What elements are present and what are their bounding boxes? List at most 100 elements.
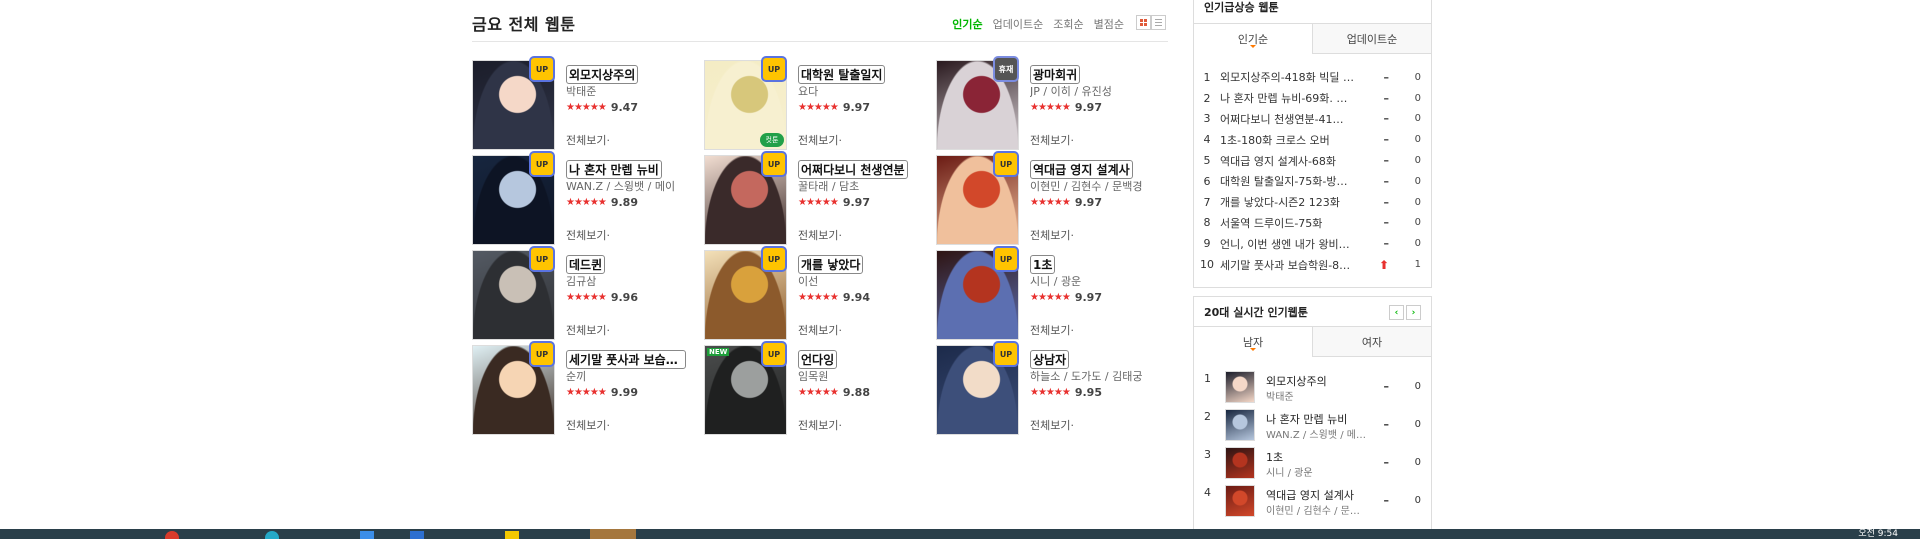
webtoon-card[interactable]: UP 세기말 풋사과 보습학원 순끼 ★★★★★ 9.99 전체보기· [472,341,692,437]
webtoon-title[interactable]: 외모지상주의 [566,65,639,84]
rank-row[interactable]: 8 서울역 드루이드-75화 – 0 [1194,213,1431,234]
webtoon-card[interactable]: UP 개를 낳았다 이선 ★★★★★ 9.94 전체보기· [704,246,924,342]
sort-update[interactable]: 업데이트순 [993,16,1044,32]
rank-title[interactable]: 외모지상주의-418화 빅딜 … [1220,69,1365,85]
view-all-link[interactable]: 전체보기· [566,132,610,148]
rising-webtoons-panel: 인기급상승 웹툰 인기순 업데이트순 1 외모지상주의-418화 빅딜 … – … [1193,0,1432,288]
realtime-row[interactable]: 2 나 혼자 만렙 뉴비 WAN.Z / 스윙뱃 / 메… – 0 [1194,408,1431,446]
rating: ★★★★★ 9.94 [798,291,870,304]
app-icon[interactable] [265,531,279,539]
realtime-row[interactable]: 4 역대급 영지 설계사 이현민 / 김현수 / 문… – 0 [1194,484,1431,522]
realtime-title-text[interactable]: 1초 [1266,449,1376,465]
active-app-icon[interactable] [590,529,636,539]
rank-title[interactable]: 대학원 탈출일지-75화-방… [1220,173,1365,189]
webtoon-title[interactable]: 어쩌다보니 천생연분 [798,160,908,179]
webtoon-title[interactable]: 1초 [1030,255,1056,274]
realtime-thumbnail[interactable] [1225,447,1255,479]
explorer-icon[interactable] [505,531,519,539]
webtoon-title[interactable]: 나 혼자 만렙 뉴비 [566,160,662,179]
rank-row[interactable]: 2 나 혼자 만렙 뉴비-69화. … – 0 [1194,88,1431,109]
webtoon-card[interactable]: UP 상남자 하늘소 / 도가도 / 김태궁 ★★★★★ 9.95 전체보기· [936,341,1156,437]
view-all-link[interactable]: 전체보기· [798,132,842,148]
webtoon-card[interactable]: UP 데드퀸 김규삼 ★★★★★ 9.96 전체보기· [472,246,692,342]
webtoon-card[interactable]: NEW UP 언다잉 임목원 ★★★★★ 9.88 전체보기· [704,341,924,437]
webtoon-card[interactable]: 컷툰 UP 대학원 탈출일지 요다 ★★★★★ 9.97 전체보기· [704,56,924,152]
sort-rating[interactable]: 별점순 [1094,16,1124,32]
star-rating-icon: ★★★★★ [798,197,839,208]
rank-row[interactable]: 9 언니, 이번 생엔 내가 왕비… – 0 [1194,233,1431,254]
view-all-link[interactable]: 전체보기· [1030,322,1074,338]
webtoon-card[interactable]: UP 나 혼자 만렙 뉴비 WAN.Z / 스윙뱃 / 메이 ★★★★★ 9.8… [472,151,692,247]
star-rating-icon: ★★★★★ [1030,197,1071,208]
rank-title[interactable]: 나 혼자 만렙 뉴비-69화. … [1220,90,1365,106]
browser-icon[interactable] [165,531,179,539]
star-rating-icon: ★★★★★ [1030,387,1071,398]
sort-popular[interactable]: 인기순 [952,16,982,32]
realtime-title-text[interactable]: 역대급 영지 설계사 [1266,487,1376,503]
rank-title[interactable]: 개를 낳았다-시즌2 123화 [1220,194,1365,210]
rank-title[interactable]: 역대급 영지 설계사-68화 [1220,153,1365,169]
rank-row[interactable]: 3 어쩌다보니 천생연분-41… – 0 [1194,109,1431,130]
view-all-link[interactable]: 전체보기· [798,227,842,243]
sort-views[interactable]: 조회순 [1053,16,1083,32]
webtoon-title[interactable]: 개를 낳았다 [798,255,864,274]
rating: ★★★★★ 9.97 [1030,196,1102,209]
webtoon-title[interactable]: 언다잉 [798,350,838,369]
webtoon-title[interactable]: 역대급 영지 설계사 [1030,160,1133,179]
rank-row[interactable]: 1 외모지상주의-418화 빅딜 … – 0 [1194,67,1431,88]
tab-rising-update[interactable]: 업데이트순 [1312,24,1431,54]
grid-view-button[interactable] [1136,15,1151,30]
star-rating-icon: ★★★★★ [566,387,607,398]
rank-title[interactable]: 세기말 풋사과 보습학원-8… [1220,257,1365,273]
folder-icon[interactable] [360,531,374,539]
realtime-title-text[interactable]: 외모지상주의 [1266,373,1376,389]
star-rating-icon: ★★★★★ [566,292,607,303]
next-button[interactable]: › [1406,305,1421,320]
rank-row[interactable]: 6 대학원 탈출일지-75화-방… – 0 [1194,171,1431,192]
view-all-link[interactable]: 전체보기· [1030,132,1074,148]
view-all-link[interactable]: 전체보기· [566,417,610,433]
realtime-row[interactable]: 1 외모지상주의 박태준 – 0 [1194,370,1431,408]
webtoon-card[interactable]: 휴재 광마회귀 JP / 이히 / 유진성 ★★★★★ 9.97 전체보기· [936,56,1156,152]
rank-number: 3 [1203,112,1211,126]
update-badge: 휴재 [993,56,1019,82]
webtoon-card[interactable]: UP 어쩌다보니 천생연분 꿀타래 / 담초 ★★★★★ 9.97 전체보기· [704,151,924,247]
rank-title[interactable]: 서울역 드루이드-75화 [1220,215,1365,231]
rank-row[interactable]: 7 개를 낳았다-시즌2 123화 – 0 [1194,192,1431,213]
realtime-thumbnail[interactable] [1225,485,1255,517]
webtoon-title[interactable]: 광마회귀 [1030,65,1081,84]
webtoon-card[interactable]: UP 1초 시니 / 광운 ★★★★★ 9.97 전체보기· [936,246,1156,342]
rank-change-value: 0 [1414,155,1421,167]
view-all-link[interactable]: 전체보기· [566,322,610,338]
rank-number: 2 [1203,91,1211,105]
rank-row[interactable]: 10 세기말 풋사과 보습학원-8… ⬆ 1 [1194,254,1431,275]
rank-title[interactable]: 1초-180화 크로스 오버 [1220,132,1365,148]
realtime-title-text[interactable]: 나 혼자 만렙 뉴비 [1266,411,1376,427]
rank-number: 8 [1203,216,1211,230]
view-all-link[interactable]: 전체보기· [1030,227,1074,243]
star-rating-icon: ★★★★★ [566,102,607,113]
tab-rising-popular[interactable]: 인기순 [1194,24,1312,54]
webtoon-title[interactable]: 세기말 풋사과 보습학원 [566,350,686,369]
tab-female[interactable]: 여자 [1312,327,1431,357]
view-all-link[interactable]: 전체보기· [566,227,610,243]
rank-title[interactable]: 어쩌다보니 천생연분-41… [1220,111,1365,127]
view-all-link[interactable]: 전체보기· [1030,417,1074,433]
webtoon-title[interactable]: 상남자 [1030,350,1070,369]
rank-row[interactable]: 4 1초-180화 크로스 오버 – 0 [1194,129,1431,150]
webtoon-card[interactable]: UP 역대급 영지 설계사 이현민 / 김현수 / 문백경 ★★★★★ 9.97… [936,151,1156,247]
tab-male[interactable]: 남자 [1194,327,1312,357]
realtime-thumbnail[interactable] [1225,409,1255,441]
realtime-thumbnail[interactable] [1225,371,1255,403]
list-view-button[interactable] [1151,15,1166,30]
store-icon[interactable] [410,531,424,539]
webtoon-card[interactable]: UP 외모지상주의 박태준 ★★★★★ 9.47 전체보기· [472,56,692,152]
webtoon-title[interactable]: 대학원 탈출일지 [798,65,886,84]
webtoon-title[interactable]: 데드퀸 [566,255,606,274]
view-all-link[interactable]: 전체보기· [798,322,842,338]
rank-row[interactable]: 5 역대급 영지 설계사-68화 – 0 [1194,150,1431,171]
rank-title[interactable]: 언니, 이번 생엔 내가 왕비… [1220,236,1365,252]
view-all-link[interactable]: 전체보기· [798,417,842,433]
realtime-row[interactable]: 3 1초 시니 / 광운 – 0 [1194,446,1431,484]
prev-button[interactable]: ‹ [1389,305,1404,320]
